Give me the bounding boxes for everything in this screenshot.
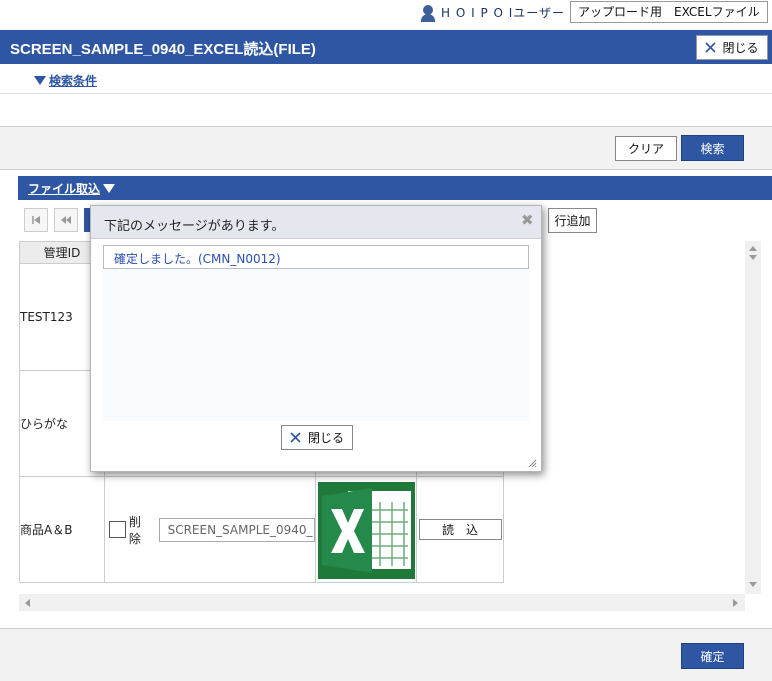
read-button[interactable]: 読 込 — [418, 519, 502, 540]
user-name: H O I P O Iユーザー — [441, 6, 566, 20]
file-section-toggle[interactable]: ファイル取込 — [28, 180, 116, 197]
scroll-right-icon[interactable] — [733, 599, 738, 607]
footer — [0, 629, 772, 681]
clear-button[interactable]: クリア — [615, 136, 677, 161]
scroll-down-icon[interactable] — [749, 582, 757, 587]
user-area: H O I P O Iユーザー — [420, 0, 565, 25]
vertical-scrollbar[interactable] — [745, 241, 761, 594]
message-panel — [103, 245, 529, 421]
scroll-left-icon[interactable] — [25, 599, 30, 607]
close-icon — [705, 42, 717, 53]
search-button[interactable]: 検索 — [681, 135, 744, 161]
read-cell: 読 込 — [416, 476, 504, 583]
scroll-down-icon[interactable] — [749, 255, 757, 260]
user-icon — [420, 4, 436, 22]
chevron-down-icon — [103, 184, 116, 193]
close-page-button[interactable]: 閉じる — [696, 35, 768, 60]
dialog-close-button[interactable]: 閉じる — [281, 425, 353, 450]
file-section-header — [18, 176, 772, 200]
prev-page-icon — [61, 216, 71, 224]
chevron-down-icon — [34, 76, 46, 85]
table-row: 商品A＆B 削除 SCREEN_SAMPLE_0940_ 読 込 — [19, 476, 504, 583]
excel-icon-cell — [315, 476, 417, 583]
dialog-close-icon[interactable]: ✖ — [521, 211, 534, 229]
file-section-title: ファイル取込 — [28, 182, 101, 196]
dialog-close-label: 閉じる — [307, 431, 344, 445]
upload-excel-button[interactable]: アップロード用 EXCELファイル — [570, 1, 768, 23]
search-condition-label: 検索条件 — [49, 74, 98, 88]
excel-icon — [317, 481, 415, 579]
horizontal-scrollbar[interactable] — [19, 594, 745, 611]
close-icon — [290, 432, 301, 443]
file-name-field[interactable]: SCREEN_SAMPLE_0940_ — [158, 517, 315, 542]
dialog-title: 下記のメッセージがあります。 — [104, 219, 285, 234]
message-row: 確定しました。(CMN_N0012) — [103, 245, 529, 269]
prev-page-button[interactable] — [54, 208, 78, 232]
file-cell: 削除 SCREEN_SAMPLE_0940_ — [104, 476, 316, 583]
add-row-button[interactable]: 行追加 — [548, 208, 597, 233]
first-page-icon — [32, 216, 40, 224]
confirm-button[interactable]: 確定 — [681, 643, 744, 669]
search-condition-toggle[interactable]: 検索条件 — [34, 72, 97, 89]
first-page-button[interactable] — [24, 208, 48, 232]
page-title: SCREEN_SAMPLE_0940_EXCEL読込(FILE) — [10, 41, 316, 58]
divider — [0, 93, 772, 94]
delete-checkbox[interactable] — [109, 521, 126, 538]
row-name: 商品A＆B — [19, 476, 105, 583]
delete-label: 削除 — [128, 514, 141, 546]
resize-grip-icon[interactable] — [528, 459, 537, 468]
scroll-up-icon[interactable] — [749, 246, 757, 251]
close-page-label: 閉じる — [722, 41, 759, 55]
